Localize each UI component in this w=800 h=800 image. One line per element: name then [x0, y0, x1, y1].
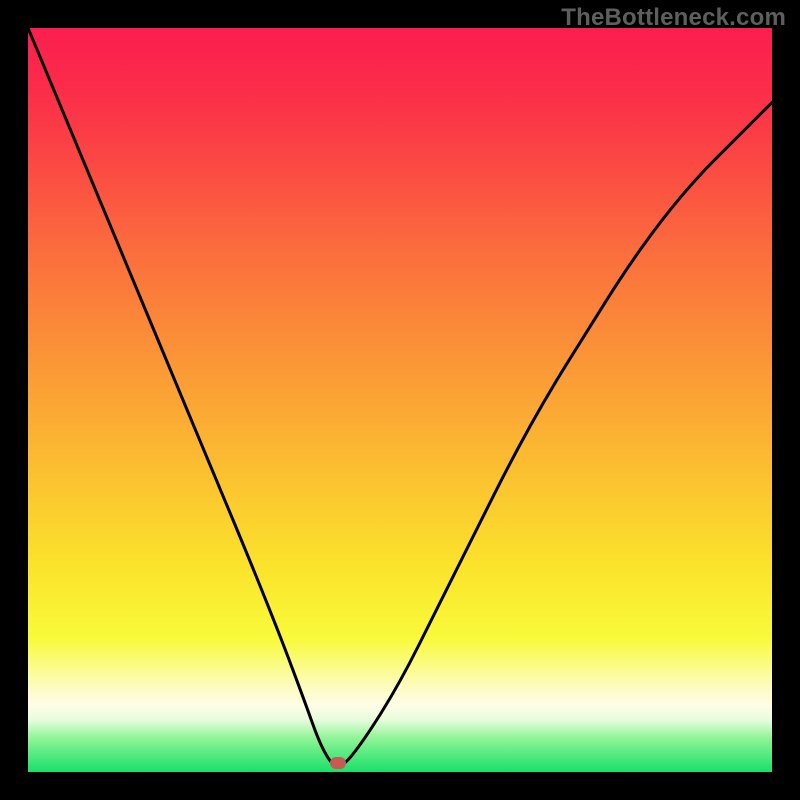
plot-area — [28, 28, 772, 772]
bottleneck-curve — [28, 28, 772, 772]
minimum-marker — [330, 757, 346, 769]
curve-path — [28, 28, 772, 766]
watermark-text: TheBottleneck.com — [561, 4, 786, 32]
